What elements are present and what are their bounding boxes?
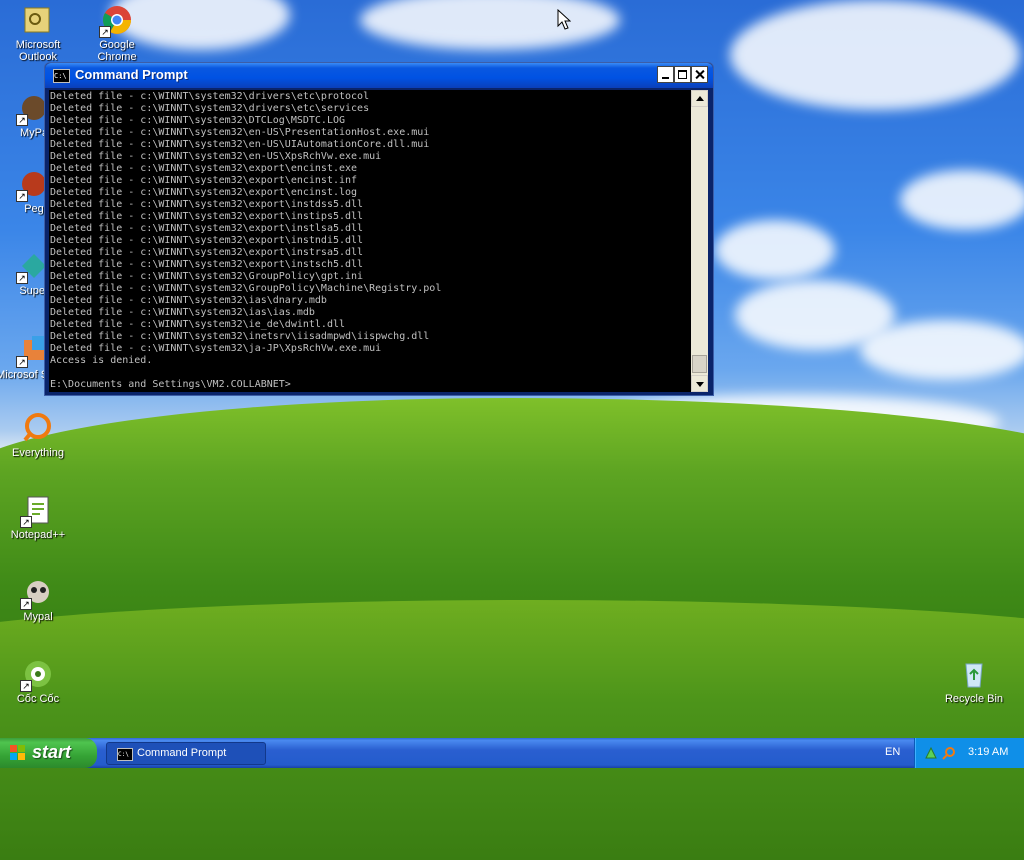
desktop-icon-label: Cốc Cốc — [16, 693, 60, 705]
taskbar-item-command-prompt[interactable]: C:\ Command Prompt — [106, 742, 266, 765]
notepadpp-icon: ↗ — [20, 494, 54, 528]
desktop-icon-coccoc[interactable]: ↗ Cốc Cốc — [0, 658, 76, 705]
scroll-down-button[interactable] — [691, 375, 708, 392]
desktop-icon-label: Microsoft Outlook — [15, 39, 61, 63]
network-tray-icon[interactable] — [924, 746, 938, 760]
start-button[interactable]: start — [0, 738, 97, 768]
minimize-button[interactable] — [657, 66, 674, 83]
outlook-icon — [22, 4, 54, 36]
window-title: Command Prompt — [75, 67, 188, 82]
windows-logo-icon — [10, 745, 26, 761]
desktop-icon-label: Google Chrome — [97, 39, 137, 63]
desktop-icon-label: Mypal — [23, 611, 53, 623]
mypal-icon: ↗ — [20, 576, 54, 610]
mouse-cursor-icon — [557, 9, 571, 30]
chrome-icon: ↗ — [99, 4, 133, 38]
scroll-up-button[interactable] — [691, 90, 708, 107]
command-prompt-window[interactable]: C:\ Command Prompt Deleted file - c:\WIN… — [44, 62, 714, 396]
maximize-button[interactable] — [674, 66, 691, 83]
vertical-scrollbar[interactable] — [691, 90, 708, 392]
desktop-icon-label: Everything — [12, 447, 64, 459]
command-prompt-icon: C:\ — [117, 748, 133, 761]
coccoc-icon: ↗ — [20, 658, 54, 692]
desktop-icon-notepadpp[interactable]: ↗ Notepad++ — [0, 494, 76, 541]
command-prompt-icon: C:\ — [53, 69, 70, 83]
desktop-icon-mypal[interactable]: ↗ Mypal — [0, 576, 76, 623]
taskbar: start C:\ Command Prompt EN 3:19 AM — [0, 738, 1024, 768]
start-label: start — [32, 742, 72, 762]
desktop-icon-recycle-bin[interactable]: Recycle Bin — [936, 658, 1012, 705]
desktop-icon-chrome[interactable]: ↗ Google Chrome — [79, 4, 155, 63]
clock[interactable]: 3:19 AM — [968, 746, 1008, 758]
desktop-icon-outlook[interactable]: Microsoft Outlook — [0, 4, 76, 63]
console-output[interactable]: Deleted file - c:\WINNT\system32\drivers… — [49, 90, 691, 392]
recycle-bin-icon — [958, 658, 990, 690]
desktop-icon-label: Notepad++ — [10, 529, 66, 541]
console-text: Deleted file - c:\WINNT\system32\drivers… — [50, 91, 442, 390]
window-titlebar[interactable]: C:\ Command Prompt — [45, 63, 713, 88]
search-tray-icon[interactable] — [942, 746, 956, 760]
desktop-icon-everything[interactable]: Everything — [0, 412, 76, 459]
language-indicator[interactable]: EN — [885, 746, 900, 758]
everything-icon — [22, 412, 54, 444]
taskbar-item-label: Command Prompt — [137, 747, 227, 759]
close-button[interactable] — [691, 66, 708, 83]
scroll-thumb[interactable] — [692, 355, 707, 373]
desktop-icon-label: Recycle Bin — [944, 693, 1004, 705]
system-tray: 3:19 AM — [914, 738, 1024, 768]
